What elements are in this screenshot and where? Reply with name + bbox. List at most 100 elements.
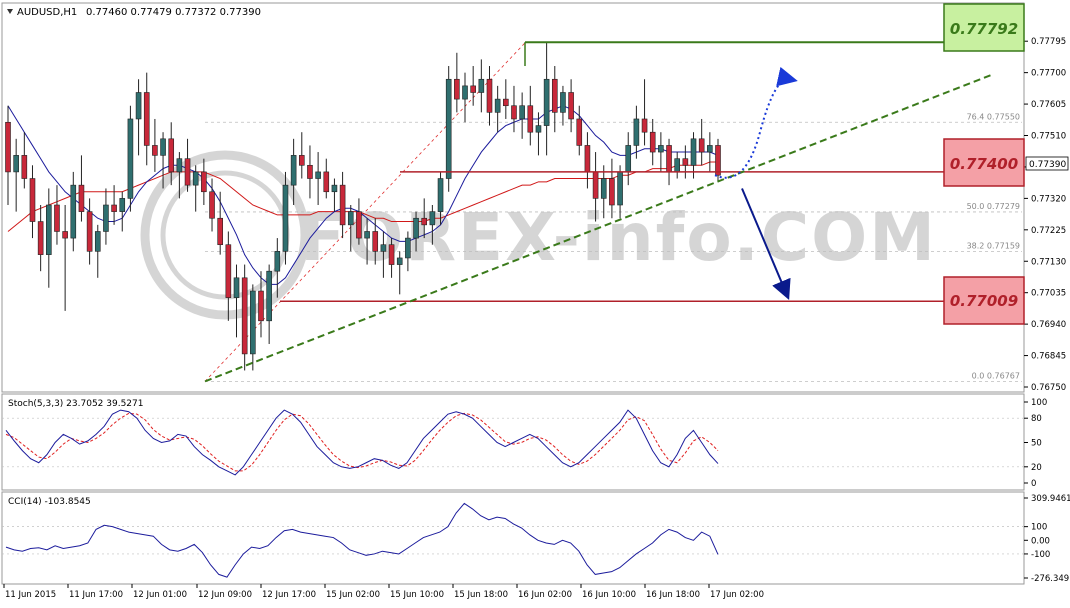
candle-body — [592, 171, 599, 199]
candle-body — [70, 184, 77, 239]
pivot-level-box[interactable]: 0.77400 — [943, 138, 1025, 187]
current-price-tag: 0.77390 — [1025, 156, 1069, 171]
candle-body — [625, 145, 632, 173]
time-axis-label: 16 Jun 02:00 — [518, 590, 572, 600]
candle-body — [568, 92, 574, 120]
candle-body — [584, 145, 591, 173]
candle-body — [217, 217, 223, 246]
candle-body — [715, 145, 721, 176]
stoch-axis-label: 0 — [1031, 479, 1036, 489]
candle-body — [356, 211, 362, 239]
candle-body — [290, 155, 297, 186]
candle-body — [111, 204, 117, 212]
fibonacci-level-label: 0.0 0.76767 — [972, 371, 1020, 380]
candle-body — [46, 204, 52, 255]
candle-body — [429, 211, 436, 226]
candle-body — [478, 78, 485, 93]
candle-body — [160, 138, 166, 156]
candle-body — [494, 98, 501, 113]
candle-body — [617, 171, 623, 206]
candle — [445, 66, 452, 192]
candle-body — [86, 211, 93, 252]
resistance-level-label: 0.77792 — [950, 20, 1018, 38]
candle-body — [209, 191, 215, 219]
candle-body — [609, 178, 615, 206]
candle-body — [454, 78, 460, 100]
candle-body — [103, 204, 109, 232]
candle-body — [551, 78, 558, 113]
cci-title: CCI(14) -103.8545 — [8, 497, 91, 507]
candle-body — [511, 105, 517, 120]
support-level-label: 0.77009 — [950, 292, 1018, 310]
cci-axis-label: -100 — [1031, 550, 1050, 560]
candle-body — [54, 204, 60, 232]
candle-body — [143, 92, 150, 146]
candle-body — [486, 78, 493, 113]
chart-canvas: FOREX-info.COM 76.4 0.77550 50.0 0.77279 3… — [0, 0, 1070, 604]
price-axis-label: 0.77320 — [1031, 194, 1066, 204]
time-axis-label: 17 Jun 02:00 — [710, 590, 764, 600]
candle-body — [241, 277, 248, 355]
candle-body — [690, 138, 697, 166]
price-axis-label: 0.77225 — [1031, 226, 1066, 236]
price-axis-label: 0.76750 — [1031, 383, 1066, 393]
resistance-level-box[interactable]: 0.77792 — [943, 3, 1025, 52]
candle — [282, 171, 289, 265]
stoch-title: Stoch(5,3,3) 23.7052 39.5271 — [8, 399, 143, 409]
time-axis-label: 11 Jun 2015 — [5, 590, 56, 600]
candle-body — [633, 118, 640, 146]
price-axis-label: 0.77700 — [1031, 69, 1066, 79]
chart-header: AUDUSD,H1 0.77460 0.77479 0.77372 0.7739… — [7, 7, 261, 18]
candle-body — [331, 184, 338, 193]
candle-body — [600, 178, 607, 199]
price-axis-label: 0.77795 — [1031, 37, 1066, 47]
candle-body — [641, 118, 648, 133]
stoch-axis-label: 50 — [1031, 439, 1042, 449]
fibonacci-level-label: 76.4 0.77550 — [967, 112, 1020, 121]
candle-body — [413, 217, 419, 239]
candle-body — [682, 158, 689, 166]
price-axis-label: 0.76940 — [1031, 320, 1066, 330]
candle-body — [372, 231, 379, 252]
candle-body — [519, 105, 525, 120]
cci-axis-label: 100 — [1031, 523, 1047, 533]
candle-body — [192, 171, 199, 186]
symbol-label: AUDUSD,H1 — [17, 7, 77, 18]
cci-axis-label: 0.00 — [1031, 536, 1050, 546]
candle — [127, 105, 134, 212]
candle-body — [445, 78, 452, 179]
candle-body — [29, 178, 36, 222]
candle-body — [233, 277, 240, 298]
fibonacci-level-label: 50.0 0.77279 — [967, 202, 1020, 211]
candle-body — [543, 78, 550, 126]
candle-body — [470, 85, 476, 93]
candle-body — [152, 145, 158, 156]
fibonacci-level-label: 38.2 0.77159 — [967, 242, 1020, 251]
candle-body — [307, 164, 313, 179]
candle-body — [323, 171, 330, 193]
candle-body — [576, 118, 583, 146]
svg-text:0.77390: 0.77390 — [1029, 160, 1066, 170]
candle-body — [339, 184, 346, 226]
candle-body — [347, 211, 354, 226]
candle-body — [225, 244, 232, 298]
candle-body — [560, 92, 566, 113]
candle-body — [364, 231, 370, 239]
price-axis-label: 0.77130 — [1031, 257, 1066, 267]
candle-body — [201, 171, 207, 193]
candle-body — [258, 290, 264, 322]
stoch-axis-label: 20 — [1031, 463, 1042, 473]
time-axis-label: 12 Jun 01:00 — [133, 590, 187, 600]
watermark-text: FOREX-info.COM — [300, 199, 937, 276]
candle-body — [62, 231, 68, 239]
candle-body — [298, 155, 305, 166]
price-axis-label: 0.77510 — [1031, 132, 1066, 142]
candle-body — [421, 217, 428, 226]
time-axis-label: 15 Jun 02:00 — [326, 590, 380, 600]
time-axis-label: 15 Jun 10:00 — [390, 590, 444, 600]
time-axis-label: 15 Jun 18:00 — [454, 590, 508, 600]
candle-body — [388, 244, 395, 265]
candle-body — [535, 125, 542, 133]
support-level-box[interactable]: 0.77009 — [943, 276, 1025, 325]
candle-body — [266, 270, 272, 322]
